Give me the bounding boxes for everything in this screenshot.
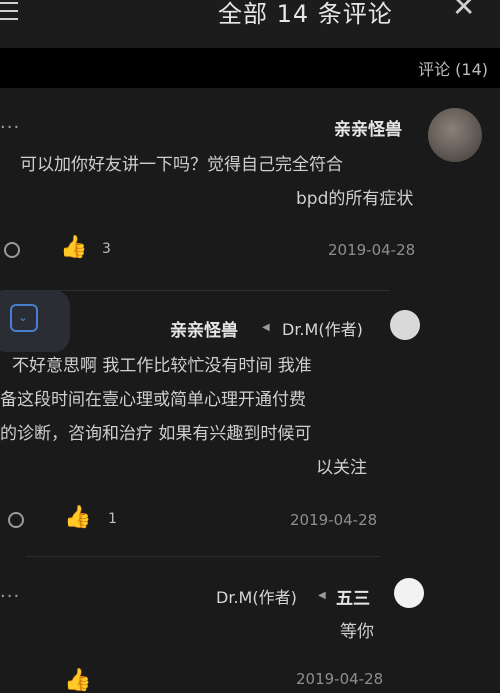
comment-text-line: 可以加你好友讲一下吗？觉得自己完全符合: [20, 155, 343, 175]
comments-section-bar: 评论 (14): [0, 48, 500, 88]
reply-arrow-icon: ◀: [318, 590, 326, 601]
top-bar: 全部 14 条评论 ✕: [0, 0, 500, 48]
reply-item: ··· 五三 ◀ Dr.M(作者) 等你 👍 2019-04-28: [0, 568, 500, 693]
reply-text-line: 备这段时间在壹心理或简单心理开通付费: [0, 390, 306, 410]
avatar[interactable]: [394, 578, 424, 608]
reply-arrow-icon: ◀: [262, 322, 270, 333]
reply-date: 2019-04-28: [296, 670, 384, 688]
like-icon[interactable]: 👍: [60, 235, 87, 260]
reply-text-line: 以关注: [316, 458, 367, 478]
reply-author[interactable]: Dr.M(作者): [282, 316, 363, 340]
comment-item: ··· 亲亲怪兽 可以加你好友讲一下吗？觉得自己完全符合 bpd的所有症状 👍 …: [0, 95, 500, 285]
reply-date: 2019-04-28: [290, 511, 378, 529]
reply-icon[interactable]: [8, 512, 24, 528]
page-title: 全部 14 条评论: [218, 0, 393, 28]
reply-author[interactable]: 五三: [336, 584, 370, 609]
like-count: 3: [102, 241, 111, 257]
comment-count-label: 评论 (14): [418, 60, 488, 79]
divider: [26, 556, 380, 557]
comment-text-line: bpd的所有症状: [296, 189, 414, 209]
reply-icon[interactable]: [4, 242, 20, 258]
reply-to-username[interactable]: Dr.M(作者): [216, 584, 297, 608]
like-count: 1: [108, 511, 117, 527]
avatar[interactable]: [390, 310, 420, 340]
divider: [26, 290, 390, 291]
more-options-icon[interactable]: ···: [0, 117, 20, 138]
comment-date: 2019-04-28: [328, 241, 416, 259]
menu-icon[interactable]: [0, 2, 20, 22]
comment-username[interactable]: 亲亲怪兽: [334, 115, 402, 140]
reply-item: Dr.M(作者) ◀ 亲亲怪兽 不好意思啊 我工作比较忙没有时间 我准 备这段时…: [0, 300, 500, 540]
reply-text-line: 的诊断，咨询和治疗 如果有兴趣到时候可: [0, 424, 312, 444]
like-icon[interactable]: 👍: [64, 668, 91, 693]
more-options-icon[interactable]: ···: [0, 586, 20, 607]
reply-text-line: 不好意思啊 我工作比较忙没有时间 我准: [12, 356, 312, 376]
reply-text: 等你: [340, 622, 374, 642]
close-icon[interactable]: ✕: [452, 0, 475, 23]
like-icon[interactable]: 👍: [64, 505, 91, 530]
avatar[interactable]: [428, 108, 482, 162]
reply-to-username[interactable]: 亲亲怪兽: [170, 316, 238, 341]
